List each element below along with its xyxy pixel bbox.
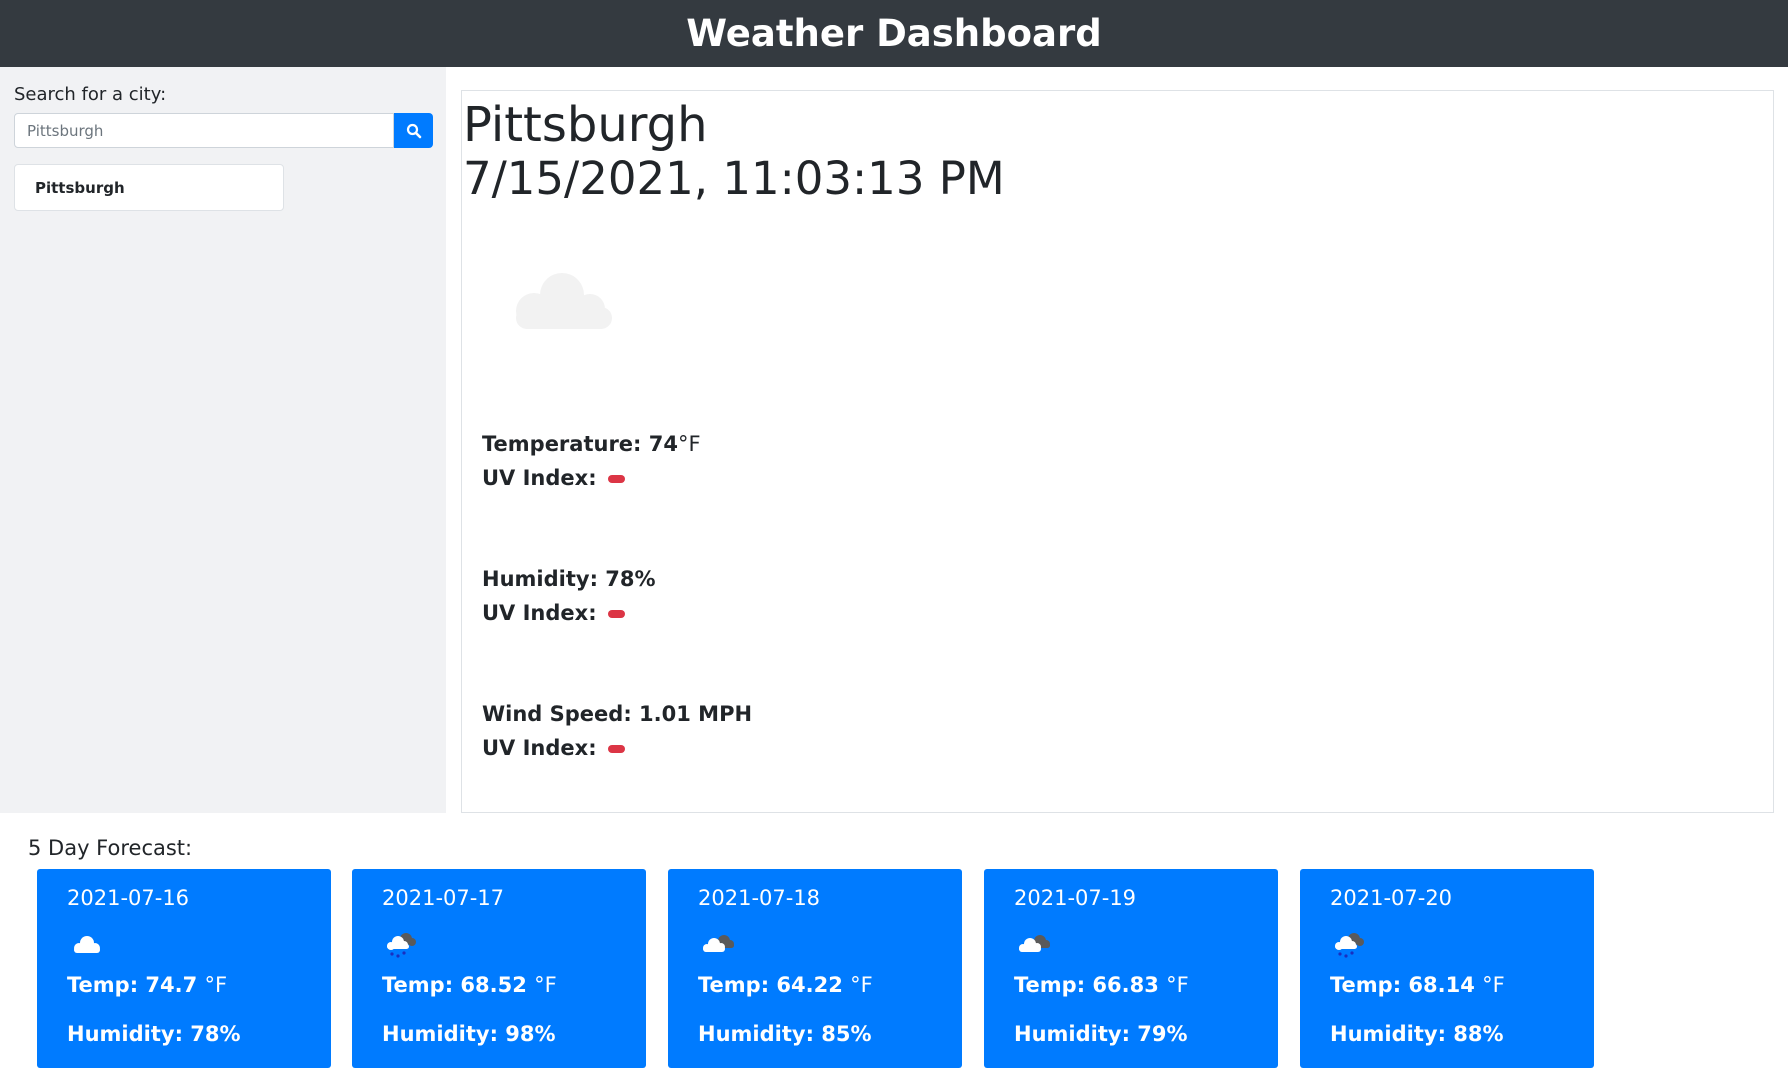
forecast-temp-unit: °F [534, 973, 557, 997]
app-header: Weather Dashboard [0, 0, 1788, 67]
forecast-humidity-value: 78% [190, 1022, 241, 1046]
current-datetime: 7/15/2021, 11:03:13 PM [463, 152, 1005, 205]
rain-cloud-icon [387, 933, 416, 958]
forecast-humidity-label: Humidity: [382, 1022, 498, 1046]
forecast-humidity-label: Humidity: [67, 1022, 183, 1046]
forecast-title: 5 Day Forecast: [28, 836, 193, 860]
forecast-humidity-value: 88% [1453, 1022, 1504, 1046]
forecast-card: 2021-07-19 Temp: 66.83 °F Humidity: 79% [984, 869, 1278, 1068]
forecast-humidity-value: 79% [1137, 1022, 1188, 1046]
forecast-card: 2021-07-16 Temp: 74.7 °F Humidity: 78% [37, 869, 331, 1068]
forecast-card: 2021-07-18 Temp: 64.22 °F Humidity: 85% [668, 869, 962, 1068]
forecast-temp-unit: °F [850, 973, 873, 997]
temperature-block: Temperature: 74°F UV Index: [482, 427, 701, 495]
uv-index-label: UV Index: [482, 736, 597, 760]
forecast-humidity-label: Humidity: [698, 1022, 814, 1046]
city-search-input[interactable] [14, 113, 394, 148]
search-label: Search for a city: [14, 84, 167, 105]
forecast-temp-label: Temp: [382, 973, 454, 997]
broken-clouds-icon [1019, 935, 1050, 952]
forecast-card: 2021-07-17 Temp: 68.52 °F Humidity: 98% [352, 869, 646, 1068]
forecast-temp-value: 64.22 [776, 973, 843, 997]
forecast-date: 2021-07-17 [382, 886, 505, 910]
temperature-unit: °F [678, 432, 701, 456]
city-name: Pittsburgh [463, 97, 708, 153]
search-icon [406, 123, 421, 138]
page-title: Weather Dashboard [686, 12, 1102, 55]
broken-clouds-icon [703, 935, 734, 952]
forecast-temp-unit: °F [1482, 973, 1505, 997]
forecast-humidity-label: Humidity: [1014, 1022, 1130, 1046]
sidebar: Search for a city: Pittsburgh [0, 67, 446, 813]
temperature-value: 74 [648, 432, 678, 456]
history-item-pittsburgh[interactable]: Pittsburgh [14, 164, 284, 211]
forecast-humidity-value: 98% [505, 1022, 556, 1046]
uv-index-label: UV Index: [482, 466, 597, 490]
forecast-temp-label: Temp: [698, 973, 770, 997]
uv-index-label: UV Index: [482, 601, 597, 625]
forecast-date: 2021-07-19 [1014, 886, 1137, 910]
forecast-temp-unit: °F [204, 973, 228, 997]
search-button[interactable] [394, 113, 433, 148]
uv-index-badge [607, 475, 625, 483]
forecast-temp-unit: °F [1166, 973, 1189, 997]
forecast-temp-label: Temp: [1330, 973, 1402, 997]
uv-index-badge [607, 745, 625, 753]
forecast-humidity-value: 85% [821, 1022, 872, 1046]
cloud-icon [516, 273, 612, 329]
rain-cloud-icon [1335, 933, 1364, 958]
cloud-icon [74, 936, 100, 953]
forecast-temp-value: 68.52 [460, 973, 527, 997]
forecast-temp-value: 74.7 [145, 973, 198, 997]
temperature-label: Temperature: [482, 432, 642, 456]
forecast-temp-label: Temp: [1014, 973, 1086, 997]
forecast-temp-value: 68.14 [1408, 973, 1475, 997]
forecast-humidity-label: Humidity: [1330, 1022, 1446, 1046]
forecast-temp-label: Temp: [67, 973, 139, 997]
wind-speed-value: 1.01 MPH [639, 702, 753, 726]
forecast-card: 2021-07-20 Temp: 68.14 °F Humidity: 88% [1300, 869, 1594, 1068]
wind-block: Wind Speed: 1.01 MPH UV Index: [482, 697, 752, 765]
current-weather-card: Pittsburgh 7/15/2021, 11:03:13 PM Temper… [461, 90, 1774, 813]
humidity-value: 78% [605, 567, 656, 591]
humidity-block: Humidity: 78% UV Index: [482, 562, 656, 630]
forecast-temp-value: 66.83 [1092, 973, 1159, 997]
forecast-date: 2021-07-20 [1330, 886, 1453, 910]
humidity-label: Humidity: [482, 567, 598, 591]
forecast-date: 2021-07-18 [698, 886, 821, 910]
uv-index-badge [607, 610, 625, 618]
forecast-date: 2021-07-16 [67, 886, 190, 910]
wind-speed-label: Wind Speed: [482, 702, 632, 726]
